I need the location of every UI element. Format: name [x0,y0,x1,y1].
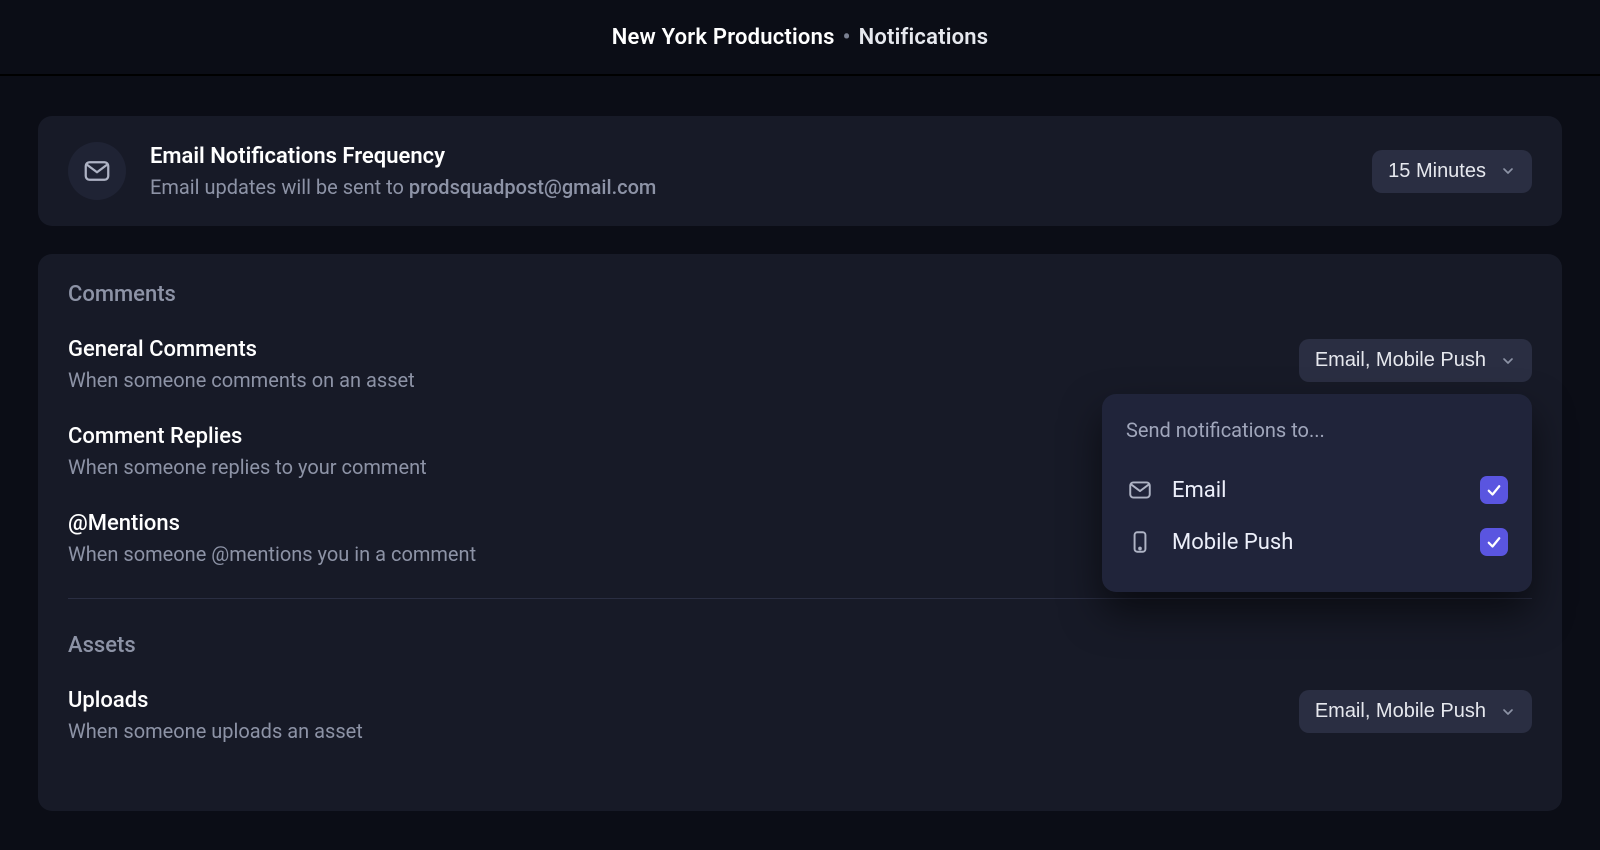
notification-channels-popover: Send notifications to... Email [1102,394,1532,592]
popover-option-mobile[interactable]: Mobile Push [1126,516,1508,568]
popover-option-email-checkbox[interactable] [1480,476,1508,504]
check-icon [1485,481,1503,499]
row-sub-general-comments: When someone comments on an asset [68,368,1299,392]
mail-icon-circle [68,142,126,200]
row-title-uploads: Uploads [68,688,1299,713]
email-frequency-sub-prefix: Email updates will be sent to [150,175,409,199]
chevron-down-icon [1500,163,1516,179]
email-frequency-card: Email Notifications Frequency Email upda… [38,116,1562,226]
email-frequency-subtitle: Email updates will be sent to prodsquadp… [150,175,1348,199]
uploads-select-value: Email, Mobile Push [1315,700,1486,723]
popover-option-email-label: Email [1172,478,1462,503]
breadcrumb-section: Notifications [859,25,989,50]
popover-option-mobile-label: Mobile Push [1172,530,1462,555]
email-frequency-title: Email Notifications Frequency [150,144,1348,169]
email-frequency-address: prodsquadpost@gmail.com [409,175,656,199]
popover-title: Send notifications to... [1126,418,1508,442]
section-heading-assets: Assets [68,633,1532,658]
breadcrumb-workspace: New York Productions [612,25,835,50]
chevron-down-icon [1500,353,1516,369]
general-comments-select-value: Email, Mobile Push [1315,349,1486,372]
uploads-select[interactable]: Email, Mobile Push [1299,690,1532,733]
section-divider [68,598,1532,599]
popover-option-email[interactable]: Email [1126,464,1508,516]
row-sub-uploads: When someone uploads an asset [68,719,1299,743]
mail-icon [82,156,112,186]
general-comments-select[interactable]: Email, Mobile Push [1299,339,1532,382]
notification-settings-card: Comments General Comments When someone c… [38,254,1562,811]
section-heading-comments: Comments [68,282,1532,307]
row-title-general-comments: General Comments [68,337,1299,362]
chevron-down-icon [1500,704,1516,720]
mail-icon [1126,476,1154,504]
frequency-select-value: 15 Minutes [1388,160,1486,183]
frequency-select[interactable]: 15 Minutes [1372,150,1532,193]
check-icon [1485,533,1503,551]
popover-option-mobile-checkbox[interactable] [1480,528,1508,556]
row-general-comments: General Comments When someone comments o… [68,337,1532,392]
row-uploads: Uploads When someone uploads an asset Em… [68,688,1532,743]
breadcrumb-separator: • [843,25,851,50]
mobile-icon [1126,528,1154,556]
page-header: New York Productions • Notifications [0,0,1600,76]
